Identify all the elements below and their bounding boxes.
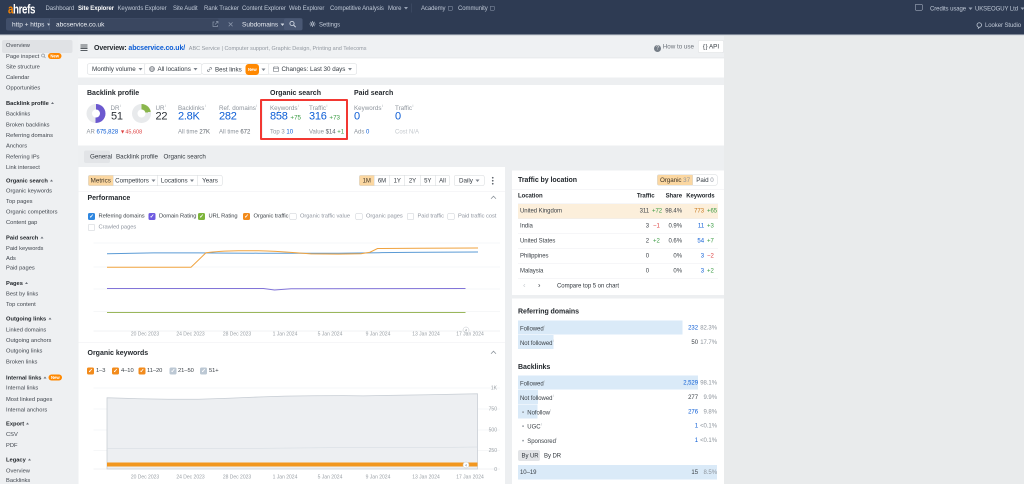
svg-text:13 Jan 2024: 13 Jan 2024: [412, 475, 440, 481]
svg-text:20 Dec 2023: 20 Dec 2023: [131, 332, 160, 338]
svg-text:28 Dec 2023: 28 Dec 2023: [223, 332, 252, 338]
svg-text:28 Dec 2023: 28 Dec 2023: [223, 475, 252, 481]
svg-text:5 Jan 2024: 5 Jan 2024: [318, 332, 343, 338]
svg-text:1 Jan 2024: 1 Jan 2024: [273, 332, 298, 338]
svg-text:24 Dec 2023: 24 Dec 2023: [176, 475, 205, 481]
svg-text:9 Jan 2024: 9 Jan 2024: [366, 332, 391, 338]
svg-text:1 Jan 2024: 1 Jan 2024: [273, 475, 298, 481]
svg-text:750: 750: [489, 407, 498, 413]
svg-text:9 Jan 2024: 9 Jan 2024: [366, 475, 391, 481]
svg-text:500: 500: [489, 428, 498, 434]
svg-text:13 Jan 2024: 13 Jan 2024: [412, 332, 440, 338]
svg-text:20 Dec 2023: 20 Dec 2023: [131, 475, 160, 481]
svg-text:0: 0: [494, 467, 497, 473]
svg-text:17 Jan 2024: 17 Jan 2024: [456, 332, 484, 338]
svg-text:1K: 1K: [491, 386, 498, 392]
svg-text:250: 250: [489, 448, 498, 454]
svg-text:17 Jan 2024: 17 Jan 2024: [456, 475, 484, 481]
svg-text:5 Jan 2024: 5 Jan 2024: [318, 475, 343, 481]
svg-text:24 Dec 2023: 24 Dec 2023: [176, 332, 205, 338]
